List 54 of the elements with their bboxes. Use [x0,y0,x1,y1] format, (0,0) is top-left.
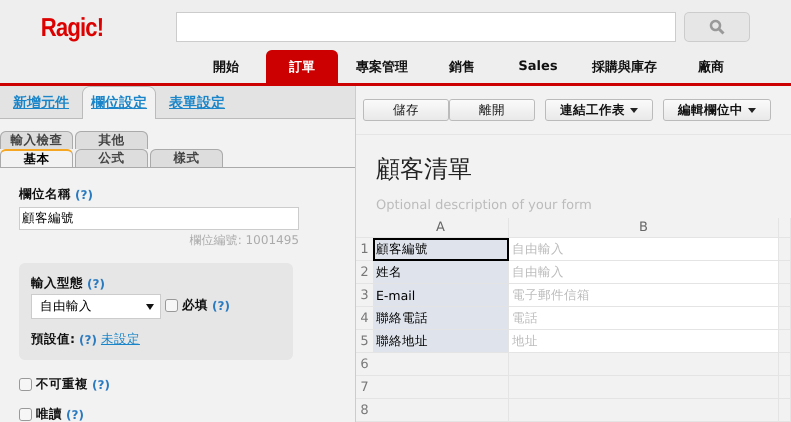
toolbar-button[interactable]: 編輯欄位中 [663,99,771,121]
search-field[interactable] [176,12,676,42]
nav-tab[interactable]: 專案管理 [342,50,422,83]
help-link[interactable]: (?) [79,332,97,346]
field-type-cell: 自由輸入 [509,261,779,284]
field-cell[interactable]: 顧客編號 [373,238,509,261]
field-label: 輸入型態 [31,275,83,292]
help-link[interactable]: (?) [87,276,105,290]
option-checkbox[interactable] [19,408,32,421]
form-title: 顧客清單 [375,154,473,186]
field-type-cell: 電話 [509,307,779,330]
panel-tab[interactable]: 欄位設定 [82,86,156,119]
toolbar-button[interactable]: 連結工作表 [545,99,653,121]
search-icon [709,19,725,35]
field-cell[interactable]: 姓名 [373,261,509,284]
caret-icon [748,108,756,112]
field-type-cell: 電子郵件信箱 [509,284,779,307]
sub-tab[interactable]: 輸入檢查 [0,131,73,149]
help-link[interactable]: (?) [75,188,93,202]
field-cell[interactable]: E-mail [373,284,509,307]
help-link[interactable]: (?) [92,378,110,392]
field-name-input[interactable]: 顧客編號 [19,207,299,230]
nav-tab[interactable]: 開始 [190,50,262,83]
toolbar-button[interactable]: 離開 [449,99,535,121]
nav-tab[interactable]: 銷售 [426,50,498,83]
field-label: 預設值: [31,331,75,348]
caret-icon [630,108,638,112]
sub-tab[interactable]: 其他 [75,131,148,149]
checkbox-label: 不可重複 [36,376,88,393]
dropdown-arrow-icon [146,304,154,310]
field-cell[interactable] [373,353,509,376]
field-type-cell: 地址 [509,330,779,353]
sub-tab[interactable]: 基本 [0,149,73,167]
input-type-select[interactable]: 自由輸入 [31,294,161,319]
field-id-text: 欄位編號: 1001495 [188,232,299,249]
field-cell[interactable]: 聯絡地址 [373,330,509,353]
sub-tab[interactable]: 樣式 [150,149,223,167]
toolbar-button[interactable]: 儲存 [363,99,449,121]
nav-tab[interactable]: 廠商 [675,50,747,83]
logo: Ragic! [40,12,104,42]
required-checkbox[interactable] [165,299,178,312]
field-label: 欄位名稱 [19,186,71,203]
field-cell[interactable]: 聯絡電話 [373,307,509,330]
checkbox-label: 唯讀 [36,406,62,422]
nav-tab[interactable]: Sales [502,50,574,83]
help-link[interactable]: (?) [212,298,230,312]
checkbox-label: 必填 [182,297,208,314]
search-button[interactable] [684,12,750,42]
nav-tab[interactable]: 採購與庫存 [578,50,671,83]
option-checkbox[interactable] [19,378,32,391]
nav-tab[interactable]: 訂單 [266,50,338,83]
field-type-cell: 自由輸入 [509,238,779,261]
sub-tab[interactable]: 公式 [75,149,148,167]
help-link[interactable]: (?) [66,408,84,422]
